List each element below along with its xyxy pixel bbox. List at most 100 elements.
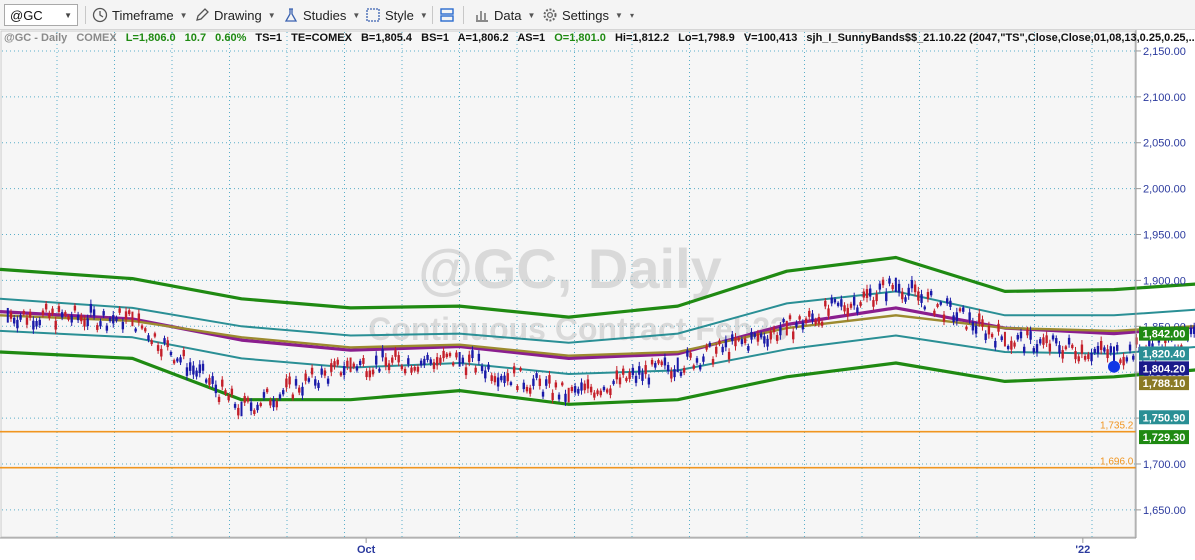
price-bar-body: [638, 366, 641, 375]
timeframe-button[interactable]: Timeframe ▼: [92, 4, 188, 26]
price-bar-body: [407, 358, 410, 365]
price-bar-body: [824, 300, 827, 307]
price-bar-body: [1093, 348, 1096, 353]
drawing-button[interactable]: Drawing ▼: [194, 4, 276, 26]
price-bar-body: [682, 367, 686, 373]
price-bar-body: [1077, 356, 1080, 362]
price-bar-body: [599, 390, 602, 396]
price-bar-body: [525, 386, 529, 392]
studies-button[interactable]: Studies ▼: [283, 4, 360, 26]
gear-icon: [543, 8, 557, 22]
info-last: L=1,806.0: [126, 32, 176, 44]
price-bar-body: [920, 294, 923, 303]
price-bar-body: [673, 369, 676, 378]
price-bar-body: [856, 307, 859, 313]
price-bar-body: [144, 328, 147, 332]
price-bar-body: [516, 386, 519, 390]
data-button[interactable]: Data ▼: [474, 4, 535, 26]
price-bar-body: [83, 319, 86, 327]
price-bar-body: [115, 317, 118, 321]
price-bar-body: [721, 346, 724, 353]
price-bar-body: [432, 362, 436, 369]
price-bar-body: [808, 310, 811, 317]
price-bar-body: [830, 297, 833, 304]
layout-button[interactable]: [439, 4, 459, 26]
price-bar-body: [1128, 344, 1132, 351]
price-bar-body: [532, 378, 535, 386]
symbol-value: @GC: [10, 7, 43, 23]
price-bar-body: [70, 315, 73, 323]
price-bar-body: [628, 371, 631, 379]
axis-value-text: 1,820.40: [1143, 348, 1186, 360]
price-bar-body: [51, 308, 54, 314]
price-bar-body: [403, 368, 407, 374]
price-bar-body: [176, 358, 179, 362]
price-bar-body: [801, 322, 805, 330]
price-bar-body: [586, 379, 590, 389]
price-bar-body: [978, 313, 981, 323]
info-bid-size: BS=1: [421, 32, 449, 44]
price-bar-body: [692, 365, 695, 369]
price-bar-body: [545, 379, 548, 386]
price-bar-body: [48, 313, 51, 319]
price-bar-body: [67, 316, 70, 320]
price-bar-body: [702, 356, 705, 362]
last-price-marker: [1108, 360, 1120, 373]
price-bar-body: [179, 357, 182, 363]
price-bar-body: [1045, 335, 1048, 344]
chevron-down-icon: ▼: [527, 10, 536, 20]
price-bar-body: [846, 307, 849, 317]
price-bar-body: [512, 366, 516, 374]
price-bar-body: [1019, 331, 1023, 339]
chevron-down-icon: ▾: [630, 10, 635, 20]
chevron-down-icon[interactable]: ▼: [64, 11, 72, 20]
price-bar-body: [12, 317, 16, 324]
price-bar-body: [262, 392, 266, 398]
price-bar-body: [936, 304, 939, 307]
price-bar-body: [105, 325, 109, 331]
toolbar: @GC ▼ Timeframe ▼ Drawing ▼ Studies ▼ St…: [0, 0, 1195, 30]
price-bar-body: [679, 371, 683, 376]
price-bar-body: [291, 394, 295, 399]
price-bar-body: [724, 339, 728, 348]
price-bar-body: [1061, 350, 1064, 359]
y-tick-label: 1,950.00: [1143, 230, 1186, 242]
price-bar-body: [1013, 342, 1016, 347]
price-bar-body: [753, 333, 756, 337]
price-bar-body: [1125, 357, 1129, 362]
price-bar-body: [769, 331, 772, 340]
price-chart[interactable]: @GC, Daily Continuous Contract Feb23 1,7…: [0, 30, 1195, 560]
price-bar-body: [320, 368, 323, 375]
horizontal-line-label: 1,696.0: [1100, 457, 1134, 468]
price-bar-body: [397, 355, 400, 363]
price-bar-body: [163, 338, 166, 344]
price-bar-body: [666, 365, 670, 372]
price-bar-body: [32, 320, 35, 330]
price-bar-body: [577, 388, 580, 394]
price-bar-body: [41, 310, 45, 316]
price-bar-body: [942, 314, 946, 322]
price-bar-body: [1039, 339, 1042, 344]
style-button[interactable]: Style ▼: [365, 4, 428, 26]
symbol-input[interactable]: @GC ▼: [4, 4, 78, 26]
price-bar-body: [9, 312, 13, 319]
price-bar-body: [102, 311, 105, 316]
price-bar-body: [987, 325, 991, 335]
price-bar-body: [272, 399, 275, 408]
price-bar-body: [570, 386, 574, 392]
info-open: O=1,801.0: [554, 32, 606, 44]
layout-icon: [440, 8, 454, 22]
price-bar-body: [44, 303, 48, 310]
price-bar-body: [182, 350, 185, 357]
price-bar-body: [907, 287, 910, 296]
info-change: 10.7: [185, 32, 206, 44]
price-bar-body: [602, 386, 606, 391]
settings-button[interactable]: Settings ▼: [542, 4, 623, 26]
price-bar-body: [333, 361, 336, 367]
price-bar-body: [1103, 347, 1106, 352]
price-bar-body: [929, 291, 933, 296]
toolbar-overflow-button[interactable]: ▾: [624, 4, 634, 26]
price-bar-body: [1090, 353, 1093, 362]
price-bar-body: [169, 351, 173, 356]
price-bar-body: [304, 373, 307, 381]
